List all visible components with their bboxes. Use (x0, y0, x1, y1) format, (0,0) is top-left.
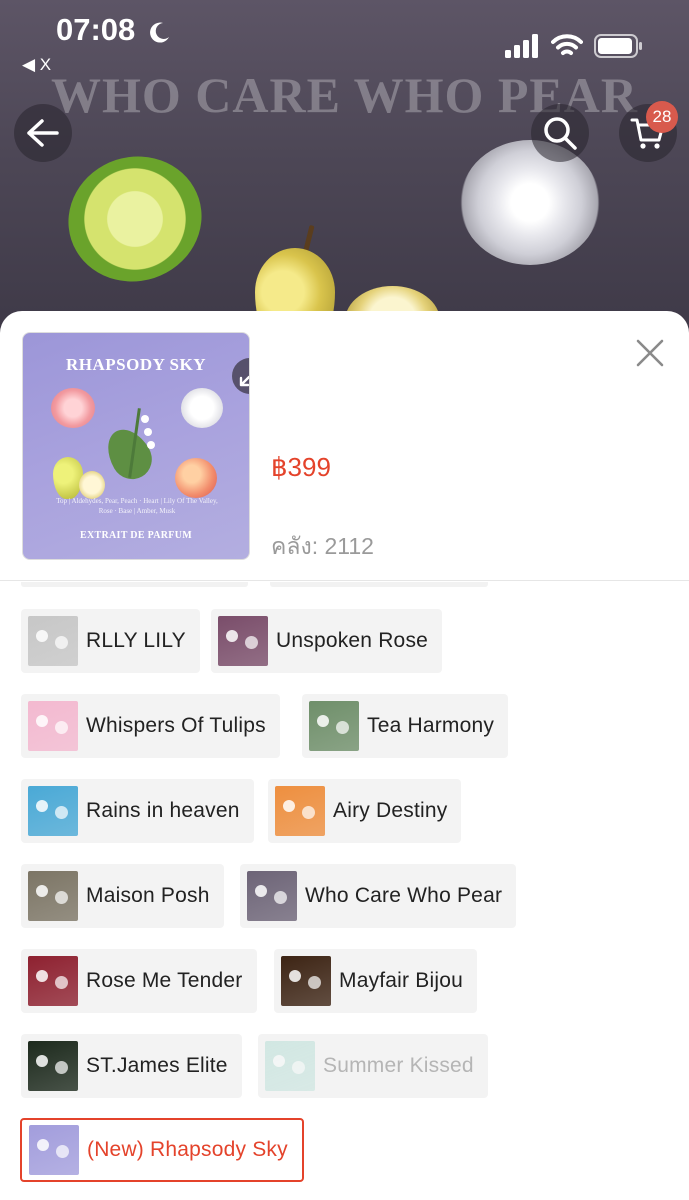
wifi-icon (551, 34, 583, 55)
variant-thumbnail (28, 871, 78, 921)
stock-count: คลัง: 2112 (271, 533, 374, 559)
variant-label: Mayfair Bijou (339, 969, 463, 992)
variant-list: RLLY LILY Unspoken Rose Whispers Of Tulips… (0, 582, 689, 1200)
search-button[interactable] (531, 104, 589, 162)
close-icon (636, 339, 664, 367)
lily-bell-illustration (144, 428, 152, 436)
variant-chip[interactable]: Rose Me Tender (21, 949, 257, 1013)
variant-label: Rose Me Tender (86, 969, 243, 992)
arrow-left-icon (27, 119, 59, 147)
variant-chip[interactable]: Airy Destiny (268, 779, 462, 843)
lily-bell-illustration (147, 441, 155, 449)
variant-thumbnail (28, 701, 78, 751)
pear-illustration (53, 457, 83, 499)
variant-chip[interactable]: Summer Kissed (258, 1034, 488, 1098)
cart-count-badge: 28 (646, 101, 678, 133)
variant-thumbnail (28, 1041, 78, 1091)
hero-banner-title: WHO CARE WHO PEAR (51, 67, 638, 123)
variant-label: Who Care Who Pear (305, 884, 503, 907)
back-button[interactable] (14, 104, 72, 162)
back-to-app-link[interactable]: ◀ X (22, 55, 51, 75)
status-time: 07:08 (56, 12, 136, 47)
variant-thumbnail (281, 956, 331, 1006)
signal-icon (505, 34, 538, 58)
variant-chip-partial[interactable] (21, 582, 248, 587)
hero-banner: WHO CARE WHO PEAR (0, 0, 689, 340)
sheet-divider (0, 580, 689, 581)
product-thumbnail[interactable]: RHAPSODY SKY Top | Aldehydes, Pear, Peac… (22, 332, 250, 560)
variant-thumbnail (28, 616, 78, 666)
variant-label: RLLY LILY (86, 629, 186, 652)
thumbnail-title: RHAPSODY SKY (66, 355, 206, 374)
pear-half-illustration (79, 471, 105, 499)
variant-thumbnail (309, 701, 359, 751)
variant-thumbnail (29, 1125, 79, 1175)
variant-chip[interactable]: Tea Harmony (302, 694, 509, 758)
variant-chip[interactable]: Who Care Who Pear (240, 864, 517, 928)
lime-image (52, 139, 218, 299)
variant-thumbnail (28, 956, 78, 1006)
variant-label: Rains in heaven (86, 799, 240, 822)
variant-chip[interactable]: (New) Rhapsody Sky (20, 1118, 304, 1182)
variant-label: Tea Harmony (367, 714, 495, 737)
variant-label: Summer Kissed (323, 1054, 474, 1077)
variant-thumbnail (28, 786, 78, 836)
product-price: ฿399 (271, 452, 331, 482)
variant-chip[interactable]: Unspoken Rose (211, 609, 443, 673)
expand-icon (239, 375, 249, 387)
search-icon (544, 117, 577, 150)
sheet-header: RHAPSODY SKY Top | Aldehydes, Pear, Peac… (0, 311, 689, 581)
variant-thumbnail (275, 786, 325, 836)
variant-chip[interactable]: Maison Posh (21, 864, 224, 928)
variant-chip[interactable]: Mayfair Bijou (274, 949, 477, 1013)
variant-label: Airy Destiny (333, 799, 448, 822)
lily-bell-illustration (141, 415, 149, 423)
variant-chip-partial[interactable] (270, 582, 488, 587)
variant-label: ST.James Elite (86, 1054, 228, 1077)
variant-label: Whispers Of Tulips (86, 714, 266, 737)
battery-icon (594, 34, 642, 58)
variant-label: Unspoken Rose (276, 629, 429, 652)
thumbnail-footer: EXTRAIT DE PARFUM (80, 530, 192, 541)
variant-label: Maison Posh (86, 884, 210, 907)
rose-illustration (51, 388, 95, 428)
close-button[interactable] (632, 335, 668, 371)
variant-chip[interactable]: ST.James Elite (21, 1034, 242, 1098)
gardenia-image (460, 140, 600, 265)
variant-chip[interactable]: Rains in heaven (21, 779, 254, 843)
variant-chip[interactable]: RLLY LILY (21, 609, 200, 673)
white-flower-illustration (181, 388, 223, 428)
variant-chip[interactable]: Whispers Of Tulips (21, 694, 280, 758)
peach-illustration (175, 458, 217, 498)
variant-label: (New) Rhapsody Sky (87, 1138, 288, 1161)
moon-icon (150, 22, 169, 43)
variant-selection-sheet: RHAPSODY SKY Top | Aldehydes, Pear, Peac… (0, 311, 689, 1200)
variant-thumbnail (265, 1041, 315, 1091)
thumbnail-notes: Top | Aldehydes, Pear, Peach · Heart | L… (56, 497, 218, 515)
variant-thumbnail (218, 616, 268, 666)
variant-thumbnail (247, 871, 297, 921)
